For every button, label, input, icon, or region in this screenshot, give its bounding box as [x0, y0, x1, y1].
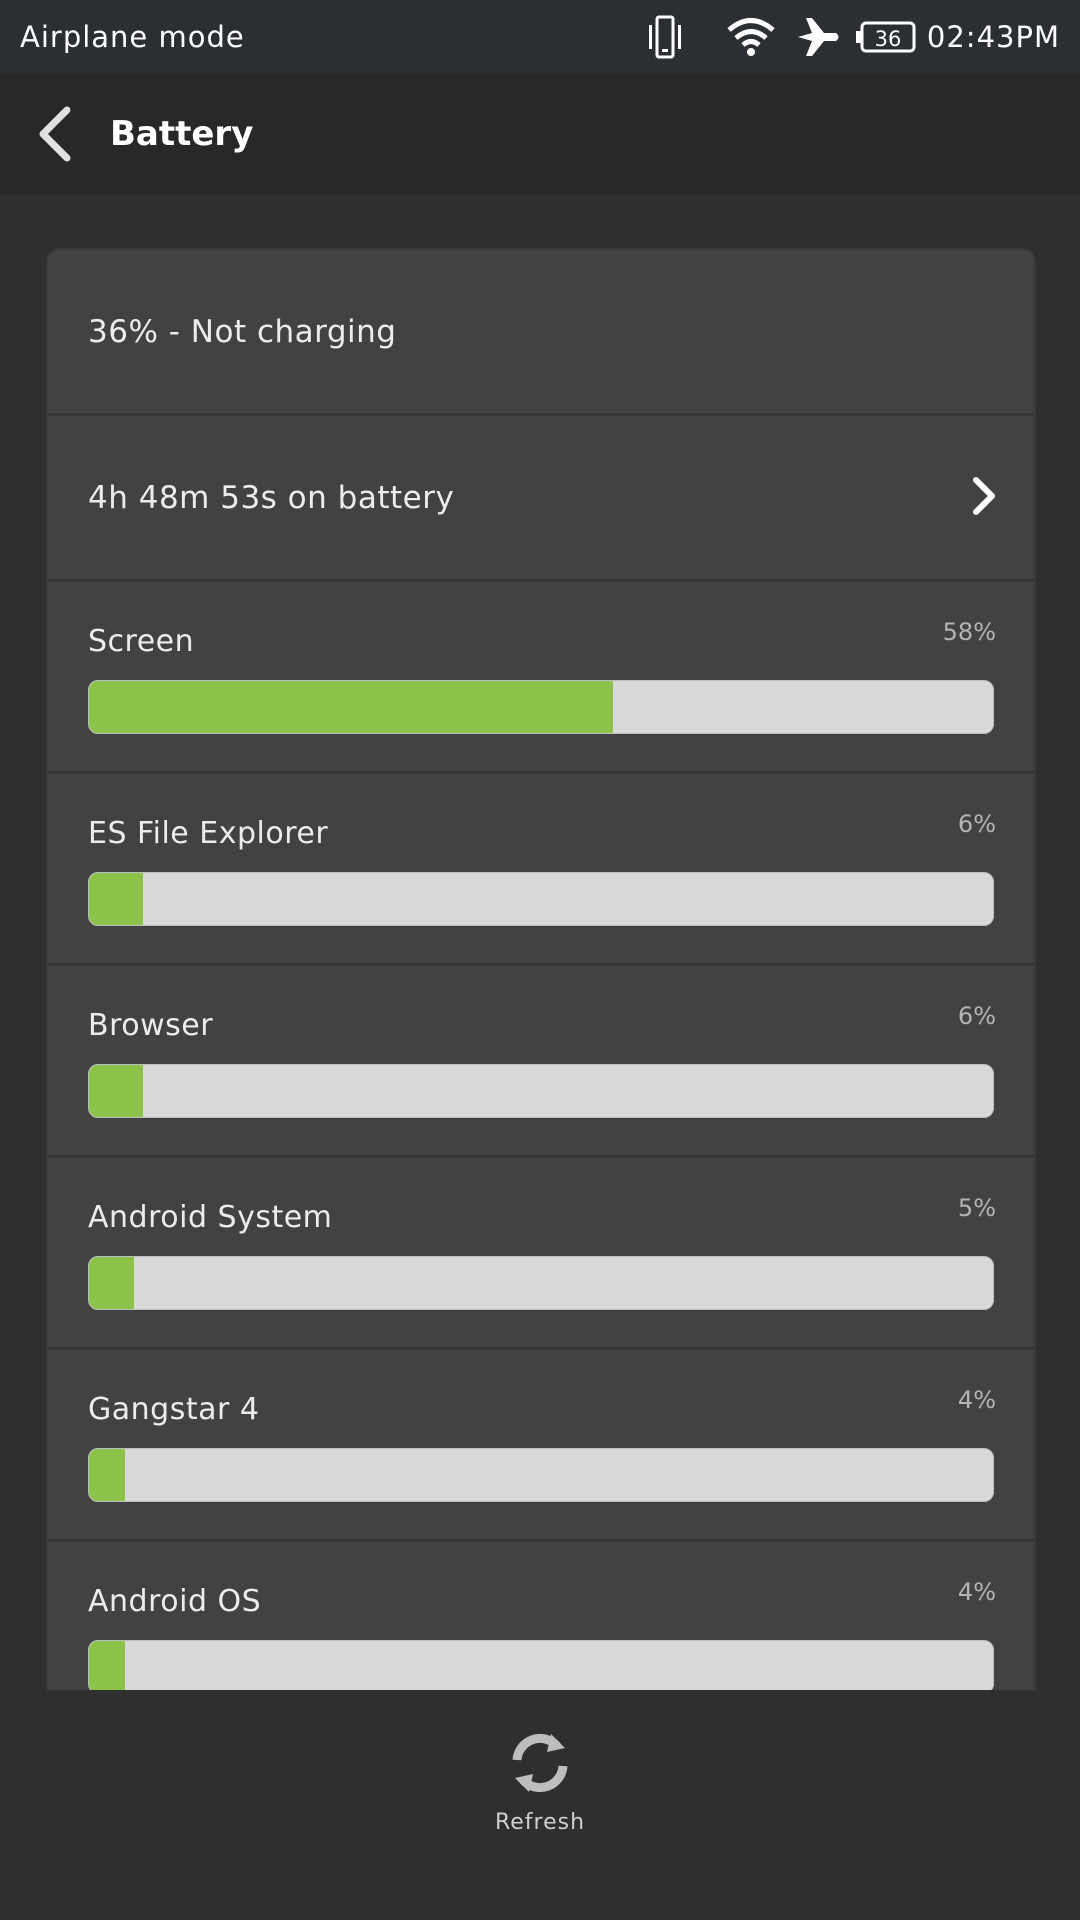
usage-bar-fill: [89, 1257, 135, 1309]
usage-bar: [88, 1256, 994, 1310]
chevron-right-icon: [970, 476, 998, 520]
bottom-bar: Refresh: [0, 1690, 1080, 1920]
page-title: Battery: [110, 114, 254, 154]
status-airplane-mode-text: Airplane mode: [20, 20, 245, 54]
usage-item-es-file-explorer[interactable]: ES File Explorer 6%: [48, 774, 1034, 966]
status-time: 02:43PM: [926, 20, 1060, 54]
wifi-icon: [721, 0, 781, 74]
battery-status-text: 36% - Not charging: [88, 313, 397, 350]
back-button[interactable]: [0, 74, 110, 194]
usage-item-android-os[interactable]: Android OS 4%: [48, 1542, 1034, 1690]
usage-item-label: Android OS: [88, 1584, 262, 1619]
usage-item-gangstar-4[interactable]: Gangstar 4 4%: [48, 1350, 1034, 1542]
battery-duration-text: 4h 48m 53s on battery: [88, 479, 455, 516]
usage-bar-fill: [89, 1449, 126, 1501]
usage-item-label: Browser: [88, 1008, 214, 1043]
usage-item-percent: 5%: [957, 1194, 996, 1222]
status-icons: 36 02:43PM: [635, 0, 1060, 74]
usage-bar: [88, 680, 994, 734]
refresh-icon: [512, 1733, 568, 1793]
battery-usage-list[interactable]: 36% - Not charging 4h 48m 53s on battery…: [46, 248, 1036, 1690]
usage-bar: [88, 1640, 994, 1690]
battery-icon: 36: [853, 0, 919, 74]
chevron-left-icon: [39, 106, 71, 162]
battery-card: 36% - Not charging 4h 48m 53s on battery…: [46, 248, 1036, 1690]
usage-item-label: Android System: [88, 1200, 333, 1235]
refresh-label: Refresh: [494, 1810, 586, 1835]
usage-item-percent: 4%: [957, 1578, 996, 1606]
usage-item-android-system[interactable]: Android System 5%: [48, 1158, 1034, 1350]
usage-item-browser[interactable]: Browser 6%: [48, 966, 1034, 1158]
usage-item-percent: 6%: [957, 810, 996, 838]
usage-bar-fill: [89, 1065, 144, 1117]
airplane-icon: [789, 0, 849, 74]
action-bar: Battery: [0, 74, 1080, 194]
battery-level-text: 36: [875, 27, 902, 51]
battery-status-row: 36% - Not charging: [48, 250, 1034, 416]
vibrate-icon: [635, 0, 695, 74]
usage-item-percent: 58%: [942, 618, 996, 646]
usage-item-label: Screen: [88, 624, 195, 659]
usage-item-screen[interactable]: Screen 58%: [48, 582, 1034, 774]
usage-bar-fill: [89, 873, 144, 925]
usage-bar: [88, 1064, 994, 1118]
usage-item-label: Gangstar 4: [88, 1392, 260, 1427]
status-bar: Airplane mode 36 02:43PM: [0, 0, 1080, 74]
usage-item-percent: 6%: [957, 1002, 996, 1030]
usage-item-label: ES File Explorer: [88, 816, 329, 851]
usage-bar: [88, 1448, 994, 1502]
usage-item-percent: 4%: [957, 1386, 996, 1414]
battery-duration-row[interactable]: 4h 48m 53s on battery: [48, 416, 1034, 582]
usage-bar: [88, 872, 994, 926]
usage-bar-fill: [89, 1641, 126, 1690]
refresh-button[interactable]: Refresh: [480, 1730, 600, 1880]
usage-bar-fill: [89, 681, 614, 733]
